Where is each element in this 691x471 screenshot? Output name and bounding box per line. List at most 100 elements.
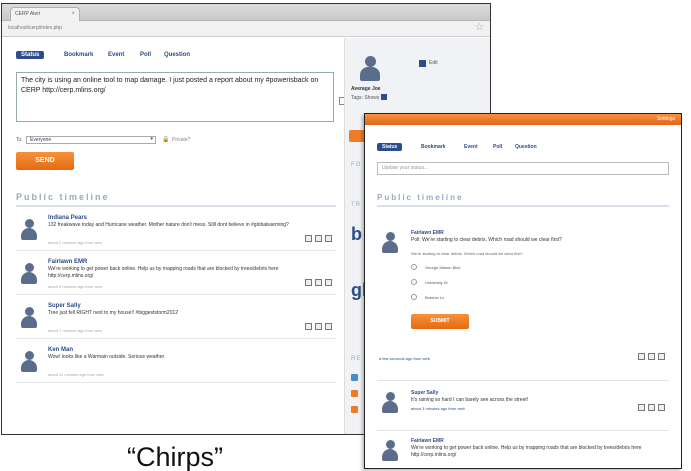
send-button[interactable]: SEND <box>16 152 74 170</box>
poll-option-label: George Mason Blvd <box>425 265 461 270</box>
post-author[interactable]: Fairlawn EMR <box>411 230 444 236</box>
favorite-icon[interactable] <box>325 235 332 242</box>
chirp-author[interactable]: Ken Man <box>48 347 73 353</box>
tab-question[interactable]: Question <box>164 52 190 58</box>
chirp-timestamp: about 5 minutes ago from web <box>48 284 102 289</box>
post-text: It's raining so hard I can barely see ac… <box>411 397 529 403</box>
main-column: Status Bookmark Event Poll Question The … <box>16 50 347 383</box>
radio-button[interactable] <box>411 264 417 270</box>
avatar[interactable] <box>381 440 399 462</box>
lock-icon: 🔒 <box>162 137 170 143</box>
rechirp-icon[interactable] <box>315 279 322 286</box>
trending-tag[interactable]: b <box>351 224 362 245</box>
chirp-actions <box>305 235 332 242</box>
app-header: Settings <box>365 114 681 125</box>
reply-icon[interactable] <box>305 279 312 286</box>
reply-icon[interactable] <box>305 323 312 330</box>
poll-option[interactable]: Braxton Ln <box>411 294 444 300</box>
status-textarea[interactable]: The city is using an online tool to map … <box>16 72 347 122</box>
trending-heading: TR <box>351 202 361 208</box>
tab-poll[interactable]: Poll <box>140 52 151 58</box>
url-text[interactable]: localhost/cerp/index.php <box>8 25 62 31</box>
chirp-author[interactable]: Indiana Pears <box>48 215 87 221</box>
favorite-icon[interactable] <box>658 353 665 360</box>
chirp-author[interactable]: Super Sally <box>48 303 81 309</box>
favorite-icon[interactable] <box>325 323 332 330</box>
tags-checkbox[interactable] <box>381 94 388 100</box>
address-bar[interactable]: localhost/cerp/index.php ☆ <box>2 21 490 37</box>
audience-select[interactable]: Everyone ▾ <box>26 136 156 144</box>
avatar[interactable] <box>359 56 380 81</box>
post-timestamp: about 3 minutes ago from web <box>411 406 465 411</box>
poll-option[interactable]: George Mason Blvd <box>411 264 460 270</box>
tab-question[interactable]: Question <box>515 144 537 150</box>
chirp-item: Super Sally Tree just fell RIGHT next to… <box>16 295 336 339</box>
tab-poll[interactable]: Poll <box>493 144 502 150</box>
post-text: We're working to get power back online. … <box>411 445 642 458</box>
post-timestamp: a few seconds ago from web <box>379 356 430 361</box>
star-icon[interactable]: ☆ <box>475 22 484 33</box>
chirp-timestamp: about 11 minutes ago from web <box>48 372 104 377</box>
chirp-author[interactable]: Fairlawn EMR <box>48 259 87 265</box>
avatar[interactable] <box>20 307 38 329</box>
profile-name[interactable]: Average Joe <box>351 86 381 92</box>
reply-icon[interactable] <box>638 353 645 360</box>
rss-icon[interactable] <box>351 406 358 413</box>
browser-tabstrip: CERP Alert × <box>2 4 490 21</box>
browser-tab[interactable]: CERP Alert × <box>10 7 80 21</box>
tab-event[interactable]: Event <box>108 52 124 58</box>
rechirp-icon[interactable] <box>315 235 322 242</box>
tab-bookmark[interactable]: Bookmark <box>64 52 93 58</box>
timeline-heading: Public timeline <box>16 192 110 202</box>
rechirp-icon[interactable] <box>648 404 655 411</box>
favorite-icon[interactable] <box>658 404 665 411</box>
chirp-item: Ken Man Wow! looks like a Warmain outsid… <box>16 339 336 383</box>
edit-checkbox[interactable] <box>419 60 426 67</box>
reply-icon[interactable] <box>638 404 645 411</box>
chevron-down-icon: ▾ <box>150 136 153 142</box>
chirp-actions <box>305 279 332 286</box>
post-actions <box>638 404 665 411</box>
radio-button[interactable] <box>411 279 417 285</box>
chirp-timestamp: about 2 minutes ago from web <box>48 240 102 245</box>
timeline-divider <box>377 205 669 207</box>
to-label: To: <box>16 137 23 143</box>
reply-icon[interactable] <box>305 235 312 242</box>
favorite-icon[interactable] <box>325 279 332 286</box>
radio-button[interactable] <box>411 294 417 300</box>
poll-option-label: Braxton Ln <box>425 295 445 300</box>
post-author[interactable]: Super Sally <box>411 390 438 396</box>
post-item: Fairlawn EMR We're working to get power … <box>377 438 669 468</box>
tab-status[interactable]: Status <box>377 143 403 151</box>
status-input[interactable]: Update your status... <box>377 162 669 175</box>
status-text: The city is using an online tool to map … <box>21 77 319 94</box>
private-checkbox-label[interactable]: Private? <box>172 137 190 143</box>
post-divider <box>377 380 669 381</box>
chirp-text: We're working to get power back online. … <box>48 266 279 279</box>
tab-status[interactable]: Status <box>16 51 45 59</box>
avatar[interactable] <box>20 219 38 241</box>
avatar[interactable] <box>381 392 399 414</box>
rechirp-icon[interactable] <box>315 323 322 330</box>
tags-label: Tags: Shows <box>351 95 380 101</box>
settings-link[interactable]: Settings <box>657 116 675 122</box>
browser-tab-title: CERP Alert <box>15 11 41 17</box>
rechirp-icon[interactable] <box>648 353 655 360</box>
close-icon[interactable]: × <box>71 8 75 21</box>
resource-icon[interactable] <box>351 374 358 381</box>
slide-caption: “Chirps” <box>127 442 224 471</box>
compose-tabs: Status Bookmark Event Poll Question <box>377 142 681 156</box>
poll-option[interactable]: University Dr <box>411 279 448 285</box>
post-author[interactable]: Fairlawn EMR <box>411 438 444 444</box>
submit-button[interactable]: SUBMIT <box>411 314 469 329</box>
avatar[interactable] <box>381 232 399 254</box>
avatar[interactable] <box>20 263 38 285</box>
avatar[interactable] <box>20 351 38 373</box>
rss-icon[interactable] <box>351 390 358 397</box>
poll-option-label: University Dr <box>425 280 448 285</box>
tab-bookmark[interactable]: Bookmark <box>421 144 445 150</box>
chirp-item: Fairlawn EMR We're working to get power … <box>16 251 336 295</box>
tab-event[interactable]: Event <box>464 144 478 150</box>
profile-tags: Tags: Shows <box>351 94 388 101</box>
chirp-timestamp: about 7 minutes ago from web <box>48 328 102 333</box>
